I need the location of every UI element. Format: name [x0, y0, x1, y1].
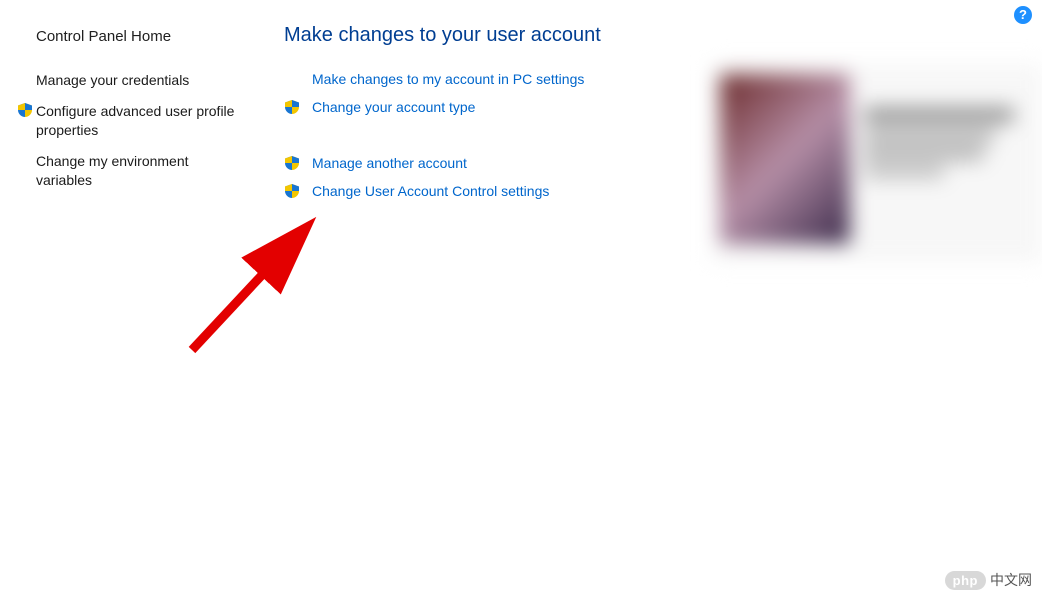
- shield-icon: [284, 155, 312, 171]
- action-link-label: Manage another account: [312, 155, 467, 171]
- sidebar-item-configure-profile[interactable]: Configure advanced user profile properti…: [14, 102, 240, 140]
- action-link-label: Change User Account Control settings: [312, 183, 549, 199]
- watermark-badge: php: [945, 571, 986, 590]
- watermark-text: 中文网: [990, 570, 1032, 590]
- sidebar-item-env-variables[interactable]: Change my environment variables: [14, 152, 240, 190]
- watermark: php 中文网: [945, 570, 1032, 590]
- control-panel-home-link[interactable]: Control Panel Home: [36, 28, 240, 45]
- account-info-card: [712, 64, 1042, 262]
- shield-icon: [284, 183, 312, 199]
- control-panel-user-accounts: Control Panel Home Manage your credentia…: [0, 0, 1042, 600]
- sidebar-item-label: Manage your credentials: [36, 71, 189, 90]
- main-panel: Make changes to your user account Make c…: [260, 0, 1042, 600]
- action-link-label: Change your account type: [312, 99, 475, 115]
- sidebar-item-label: Change my environment variables: [36, 152, 240, 190]
- action-link-label: Make changes to my account in PC setting…: [312, 71, 584, 87]
- account-picture: [720, 74, 850, 244]
- page-title: Make changes to your user account: [284, 24, 1032, 47]
- sidebar-item-label: Configure advanced user profile properti…: [36, 102, 240, 140]
- shield-icon: [284, 99, 312, 115]
- sidebar: Control Panel Home Manage your credentia…: [0, 0, 260, 600]
- shield-icon: [14, 102, 36, 118]
- sidebar-item-manage-credentials[interactable]: Manage your credentials: [14, 71, 240, 90]
